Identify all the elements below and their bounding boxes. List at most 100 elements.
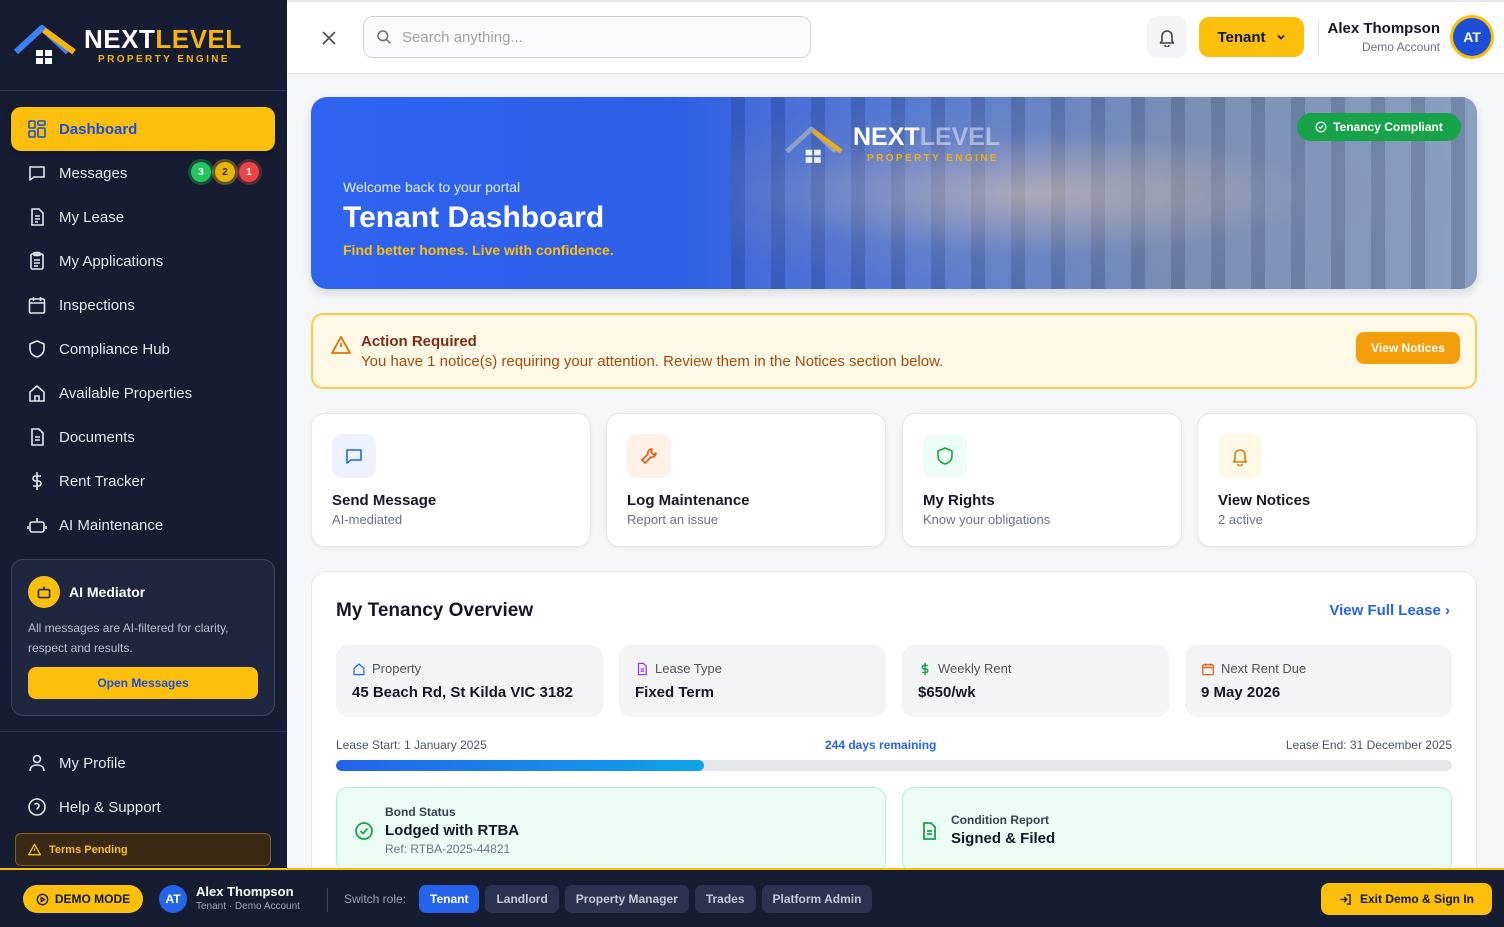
- role-property-manager-button[interactable]: Property Manager: [564, 885, 689, 913]
- sidebar-item-label: Available Properties: [59, 384, 193, 402]
- alert-text: You have 1 notice(s) requiring your atte…: [361, 353, 944, 370]
- quick-action-view-notices[interactable]: View Notices 2 active: [1197, 413, 1477, 547]
- sidebar-item-compliance-hub[interactable]: Compliance Hub: [11, 327, 275, 371]
- brand-logo[interactable]: NEXTLEVEL PROPERTY ENGINE: [14, 22, 254, 72]
- bond-label: Bond Status: [385, 805, 456, 819]
- sidebar-item-rent-tracker[interactable]: Rent Tracker: [11, 459, 275, 503]
- terms-pending-banner[interactable]: Terms Pending: [15, 833, 271, 866]
- sidebar-item-label: Rent Tracker: [59, 472, 145, 490]
- bond-value: Lodged with RTBA: [385, 822, 520, 839]
- sidebar-item-inspections[interactable]: Inspections: [11, 283, 275, 327]
- check-circle-icon: [1315, 121, 1327, 133]
- quick-action-title: My Rights: [923, 492, 995, 509]
- notifications-button[interactable]: [1147, 16, 1187, 58]
- search-input[interactable]: [402, 28, 782, 46]
- role-tenant-button[interactable]: Tenant: [419, 885, 480, 913]
- exit-demo-button[interactable]: Exit Demo & Sign In: [1321, 883, 1492, 915]
- quick-action-sub: 2 active: [1218, 512, 1263, 527]
- view-notices-button[interactable]: View Notices: [1356, 332, 1460, 364]
- sidebar-item-help-support[interactable]: Help & Support: [11, 785, 275, 829]
- quick-action-my-rights[interactable]: My Rights Know your obligations: [902, 413, 1182, 547]
- weekly-rent-value: $650/wk: [918, 684, 976, 701]
- info-property: Property 45 Beach Rd, St Kilda VIC 3182: [336, 645, 603, 717]
- role-switcher: Tenant Landlord Property Manager Trades …: [419, 885, 873, 913]
- hero-tagline: Find better homes. Live with confidence.: [343, 242, 614, 258]
- switch-role-label: Switch role:: [344, 892, 407, 906]
- user-name: Alex Thompson: [1327, 20, 1440, 37]
- calendar-icon: [1202, 662, 1214, 675]
- condition-label: Condition Report: [951, 813, 1049, 827]
- house-logo-icon: [14, 25, 76, 64]
- message-icon: [332, 434, 376, 478]
- sidebar-item-dashboard[interactable]: Dashboard: [11, 107, 275, 151]
- user-account-type: Demo Account: [1361, 40, 1440, 54]
- demo-mode-badge: DEMO MODE: [23, 885, 143, 913]
- role-trades-button[interactable]: Trades: [694, 885, 756, 913]
- property-address: 45 Beach Rd, St Kilda VIC 3182: [352, 684, 573, 701]
- robot-icon: [28, 576, 60, 608]
- sidebar-item-ai-maintenance[interactable]: AI Maintenance: [11, 503, 275, 547]
- sidebar-item-messages[interactable]: Messages 3 2 1: [11, 151, 275, 195]
- calendar-icon: [28, 297, 46, 314]
- dollar-icon: [921, 662, 929, 675]
- days-remaining: 244 days remaining: [825, 738, 937, 752]
- sidebar-item-label: Help & Support: [59, 798, 161, 816]
- check-circle-icon: [355, 822, 373, 840]
- avatar[interactable]: AT: [1453, 18, 1491, 56]
- info-next-rent-due: Next Rent Due 9 May 2026: [1185, 645, 1452, 717]
- sidebar-item-my-profile[interactable]: My Profile: [11, 741, 275, 785]
- header-divider: [1318, 20, 1319, 56]
- warning-icon: [331, 336, 351, 354]
- sidebar-item-documents[interactable]: Documents: [11, 415, 275, 459]
- sidebar-item-label: AI Maintenance: [59, 516, 164, 534]
- quick-action-title: Log Maintenance: [627, 492, 750, 509]
- brand-tagline: PROPERTY ENGINE: [98, 54, 230, 65]
- ai-mediator-card: AI Mediator All messages are AI-filtered…: [11, 559, 275, 716]
- dashboard-icon: [28, 120, 46, 138]
- search-icon: [377, 30, 391, 44]
- sidebar-item-my-applications[interactable]: My Applications: [11, 239, 275, 283]
- tenancy-overview-card: My Tenancy Overview View Full Lease › Pr…: [311, 571, 1477, 881]
- hero-banner: NEXTLEVEL PROPERTY ENGINE Welcome back t…: [311, 97, 1477, 289]
- role-platform-admin-button[interactable]: Platform Admin: [761, 885, 873, 913]
- bond-status-card: Bond Status Lodged with RTBA Ref: RTBA-2…: [336, 787, 886, 873]
- badge-red: 1: [239, 162, 259, 182]
- demo-user-sub: Tenant · Demo Account: [196, 901, 300, 912]
- sidebar-nav: Dashboard Messages 3 2 1 My Lease My App…: [11, 107, 275, 547]
- warning-icon: [28, 843, 41, 856]
- sidebar-item-label: Messages: [59, 164, 128, 182]
- sidebar-item-available-properties[interactable]: Available Properties: [11, 371, 275, 415]
- home-icon: [29, 385, 45, 402]
- quick-action-send-message[interactable]: Send Message AI-mediated: [311, 413, 591, 547]
- close-icon: [322, 31, 336, 45]
- message-icon: [29, 166, 45, 181]
- badge-green: 3: [191, 162, 211, 182]
- next-rent-due-value: 9 May 2026: [1201, 684, 1281, 701]
- mediator-text: All messages are AI-filtered for clarity…: [28, 621, 229, 655]
- sign-in-icon: [1340, 893, 1351, 905]
- info-lease-type: Lease Type Fixed Term: [619, 645, 886, 717]
- terms-label: Terms Pending: [49, 843, 128, 856]
- quick-action-sub: Report an issue: [627, 512, 719, 527]
- action-required-alert: Action Required You have 1 notice(s) req…: [311, 313, 1477, 389]
- close-sidebar-button[interactable]: [317, 26, 341, 50]
- document-icon: [31, 208, 44, 226]
- alert-title: Action Required: [361, 333, 477, 350]
- divider: [0, 90, 287, 91]
- demo-user-name: Alex Thompson: [196, 884, 294, 899]
- quick-action-log-maintenance[interactable]: Log Maintenance Report an issue: [606, 413, 886, 547]
- shield-icon: [29, 340, 45, 358]
- role-landlord-button[interactable]: Landlord: [485, 885, 559, 913]
- dollar-icon: [32, 472, 42, 490]
- view-full-lease-link[interactable]: View Full Lease ›: [1329, 602, 1450, 619]
- sidebar-item-my-lease[interactable]: My Lease: [11, 195, 275, 239]
- role-selector-button[interactable]: Tenant: [1199, 17, 1304, 57]
- house-logo-icon: [785, 126, 843, 163]
- clipboard-icon: [30, 251, 44, 270]
- search-bar[interactable]: [363, 16, 811, 58]
- quick-action-sub: Know your obligations: [923, 512, 1051, 527]
- lease-type-value: Fixed Term: [635, 684, 714, 701]
- open-messages-button[interactable]: Open Messages: [28, 667, 258, 699]
- sidebar-item-label: Compliance Hub: [59, 340, 170, 358]
- play-circle-icon: [36, 893, 49, 905]
